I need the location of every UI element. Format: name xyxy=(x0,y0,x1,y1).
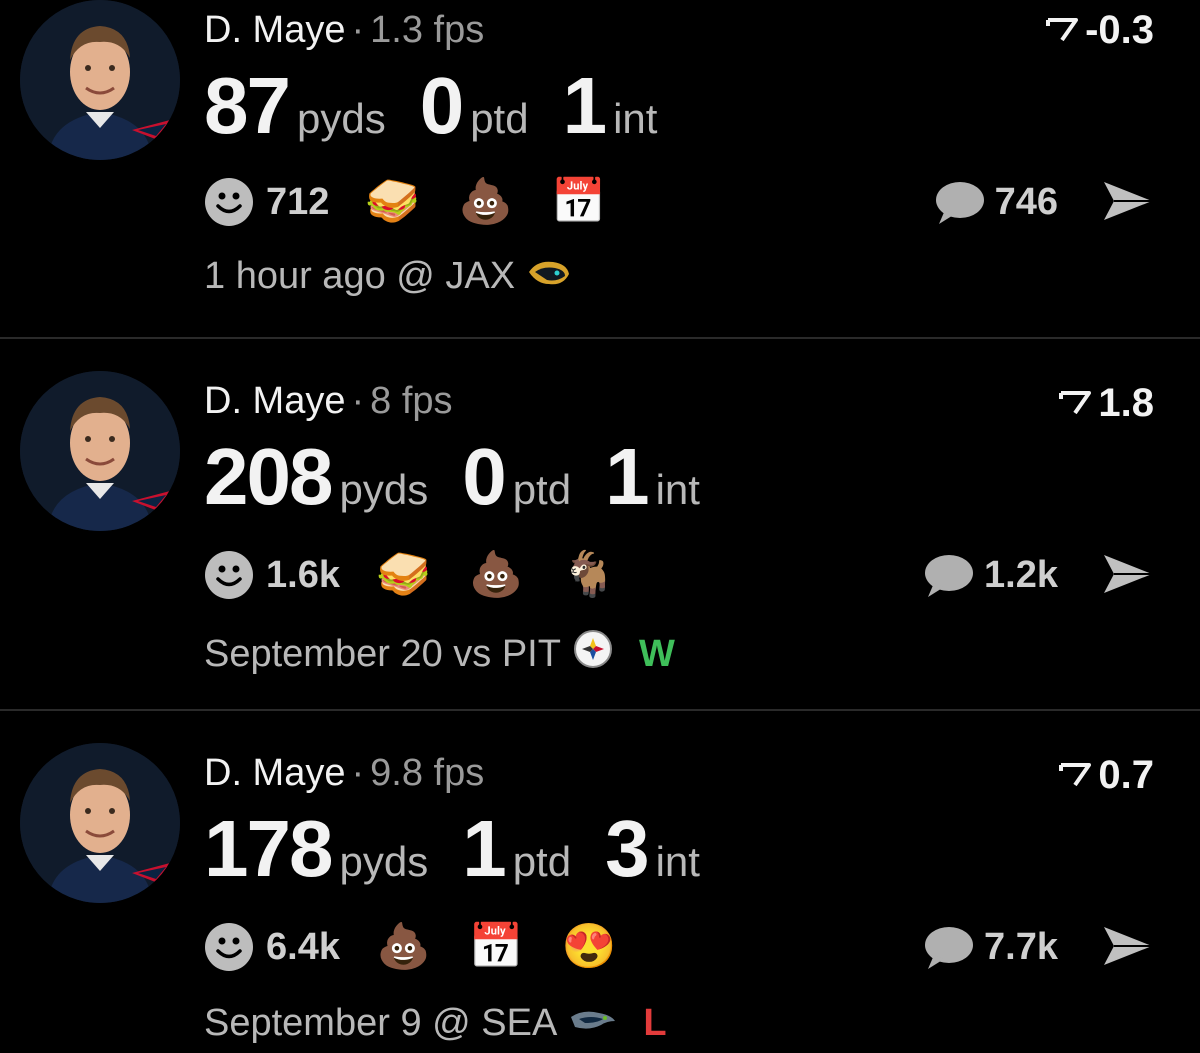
delta-value: -0.3 xyxy=(1085,8,1154,52)
flag-down-icon xyxy=(1059,391,1092,415)
reaction-bar: 712 🥪 💩 📅 xyxy=(204,174,644,230)
smiley-icon xyxy=(205,551,253,599)
poop-icon[interactable]: 💩 xyxy=(458,177,513,227)
speech-bubble-icon xyxy=(935,182,984,224)
post-header: D. Maye · 9.8 fps xyxy=(204,751,484,795)
goat-icon[interactable]: 🐐 xyxy=(562,550,617,600)
smiley-icon xyxy=(205,178,253,226)
calendar-icon[interactable]: 📅 xyxy=(469,922,524,972)
comment-button[interactable]: 746 xyxy=(931,178,1058,226)
player-name[interactable]: D. Maye xyxy=(204,9,345,51)
comment-count: 7.7k xyxy=(984,925,1058,968)
stat-value: 1 xyxy=(605,432,649,521)
fantasy-points: 8 fps xyxy=(370,380,453,422)
player-avatar[interactable] xyxy=(20,743,180,903)
delta-badge: -0.3 xyxy=(1045,8,1154,52)
flag-down-icon xyxy=(1046,18,1079,42)
poop-icon[interactable]: 💩 xyxy=(376,922,431,972)
delta-value: 0.7 xyxy=(1098,753,1154,797)
game-info: September 20 vs PIT W xyxy=(204,629,675,679)
stat-value: 178 xyxy=(204,804,333,893)
jaguars-logo-icon xyxy=(527,254,571,298)
delta-value: 1.8 xyxy=(1098,381,1154,425)
send-icon xyxy=(1104,182,1152,220)
post-card-1[interactable]: D. Maye · 1.3 fps -0.3 87 pyds 0 ptd 1 int 71… xyxy=(0,0,1200,338)
stats-line: 87 pyds 0 ptd 1 int xyxy=(204,60,691,152)
add-reaction-button[interactable]: 1.6k xyxy=(204,550,376,600)
stat-value: 1 xyxy=(462,804,506,893)
share-button[interactable] xyxy=(1100,549,1156,604)
stat-unit: ptd xyxy=(470,95,529,142)
send-icon xyxy=(1104,927,1152,965)
fantasy-points: 9.8 fps xyxy=(370,752,485,794)
reaction-count: 1.6k xyxy=(266,553,340,596)
game-result: W xyxy=(638,633,675,675)
speech-bubble-icon xyxy=(925,555,974,597)
stat-unit: pyds xyxy=(296,95,386,142)
player-avatar[interactable] xyxy=(20,0,180,160)
post-card-2[interactable]: D. Maye · 8 fps 1.8 208 pyds 0 ptd 1 int 1.6k… xyxy=(0,339,1200,677)
comment-button[interactable]: 1.2k xyxy=(920,551,1058,599)
game-info: September 9 @ SEA L xyxy=(204,1001,667,1045)
delta-badge: 0.7 xyxy=(1058,753,1154,797)
player-name[interactable]: D. Maye xyxy=(204,752,345,794)
game-date: 1 hour ago @ JAX xyxy=(204,255,516,297)
comment-button[interactable]: 7.7k xyxy=(920,923,1058,971)
post-card-3[interactable]: D. Maye · 9.8 fps 0.7 178 pyds 1 ptd 3 int 6.… xyxy=(0,711,1200,1049)
game-result: L xyxy=(643,1002,667,1044)
share-button[interactable] xyxy=(1100,921,1156,976)
player-avatar[interactable] xyxy=(20,371,180,531)
stat-unit: ptd xyxy=(512,838,572,885)
seahawks-logo-icon xyxy=(569,1001,617,1045)
stats-line: 208 pyds 0 ptd 1 int xyxy=(204,431,734,523)
post-header: D. Maye · 8 fps xyxy=(204,379,453,423)
flag-down-icon xyxy=(1059,763,1092,787)
separator-dot: · xyxy=(351,752,365,794)
stats-line: 178 pyds 1 ptd 3 int xyxy=(204,803,734,895)
reaction-count: 6.4k xyxy=(266,925,340,968)
stat-value: 1 xyxy=(562,61,607,150)
stat-value: 3 xyxy=(605,804,649,893)
share-button[interactable] xyxy=(1100,176,1156,231)
game-info: 1 hour ago @ JAX xyxy=(204,254,597,298)
stat-unit: int xyxy=(613,95,658,142)
smiley-icon xyxy=(205,923,253,971)
sandwich-icon[interactable]: 🥪 xyxy=(376,550,431,600)
stat-value: 208 xyxy=(204,432,333,521)
speech-bubble-icon xyxy=(925,927,974,969)
fantasy-points: 1.3 fps xyxy=(370,9,485,51)
stat-value: 87 xyxy=(204,61,291,150)
steelers-logo-icon xyxy=(573,629,613,679)
comment-count: 1.2k xyxy=(984,553,1058,596)
reaction-bar: 1.6k 🥪 💩 🐐 xyxy=(204,547,654,603)
game-date: September 20 vs PIT xyxy=(204,633,561,675)
stat-unit: int xyxy=(655,466,700,513)
stat-unit: int xyxy=(655,838,700,885)
separator-dot: · xyxy=(351,380,365,422)
stat-unit: pyds xyxy=(339,466,429,513)
player-name[interactable]: D. Maye xyxy=(204,380,345,422)
poop-icon[interactable]: 💩 xyxy=(469,550,524,600)
reaction-count: 712 xyxy=(266,180,330,223)
add-reaction-button[interactable]: 712 xyxy=(204,177,365,227)
delta-badge: 1.8 xyxy=(1058,381,1154,425)
stat-value: 0 xyxy=(462,432,506,521)
separator-dot: · xyxy=(351,9,365,51)
stat-unit: ptd xyxy=(512,466,572,513)
stat-value: 0 xyxy=(419,61,464,150)
reaction-bar: 6.4k 💩 📅 😍 xyxy=(204,919,654,975)
stat-unit: pyds xyxy=(339,838,429,885)
calendar-icon[interactable]: 📅 xyxy=(551,177,606,227)
post-header: D. Maye · 1.3 fps xyxy=(204,8,484,52)
heart-eyes-icon[interactable]: 😍 xyxy=(562,922,617,972)
comment-count: 746 xyxy=(994,180,1058,223)
game-date: September 9 @ SEA xyxy=(204,1002,558,1044)
add-reaction-button[interactable]: 6.4k xyxy=(204,922,376,972)
sandwich-icon[interactable]: 🥪 xyxy=(365,177,420,227)
send-icon xyxy=(1104,555,1152,593)
